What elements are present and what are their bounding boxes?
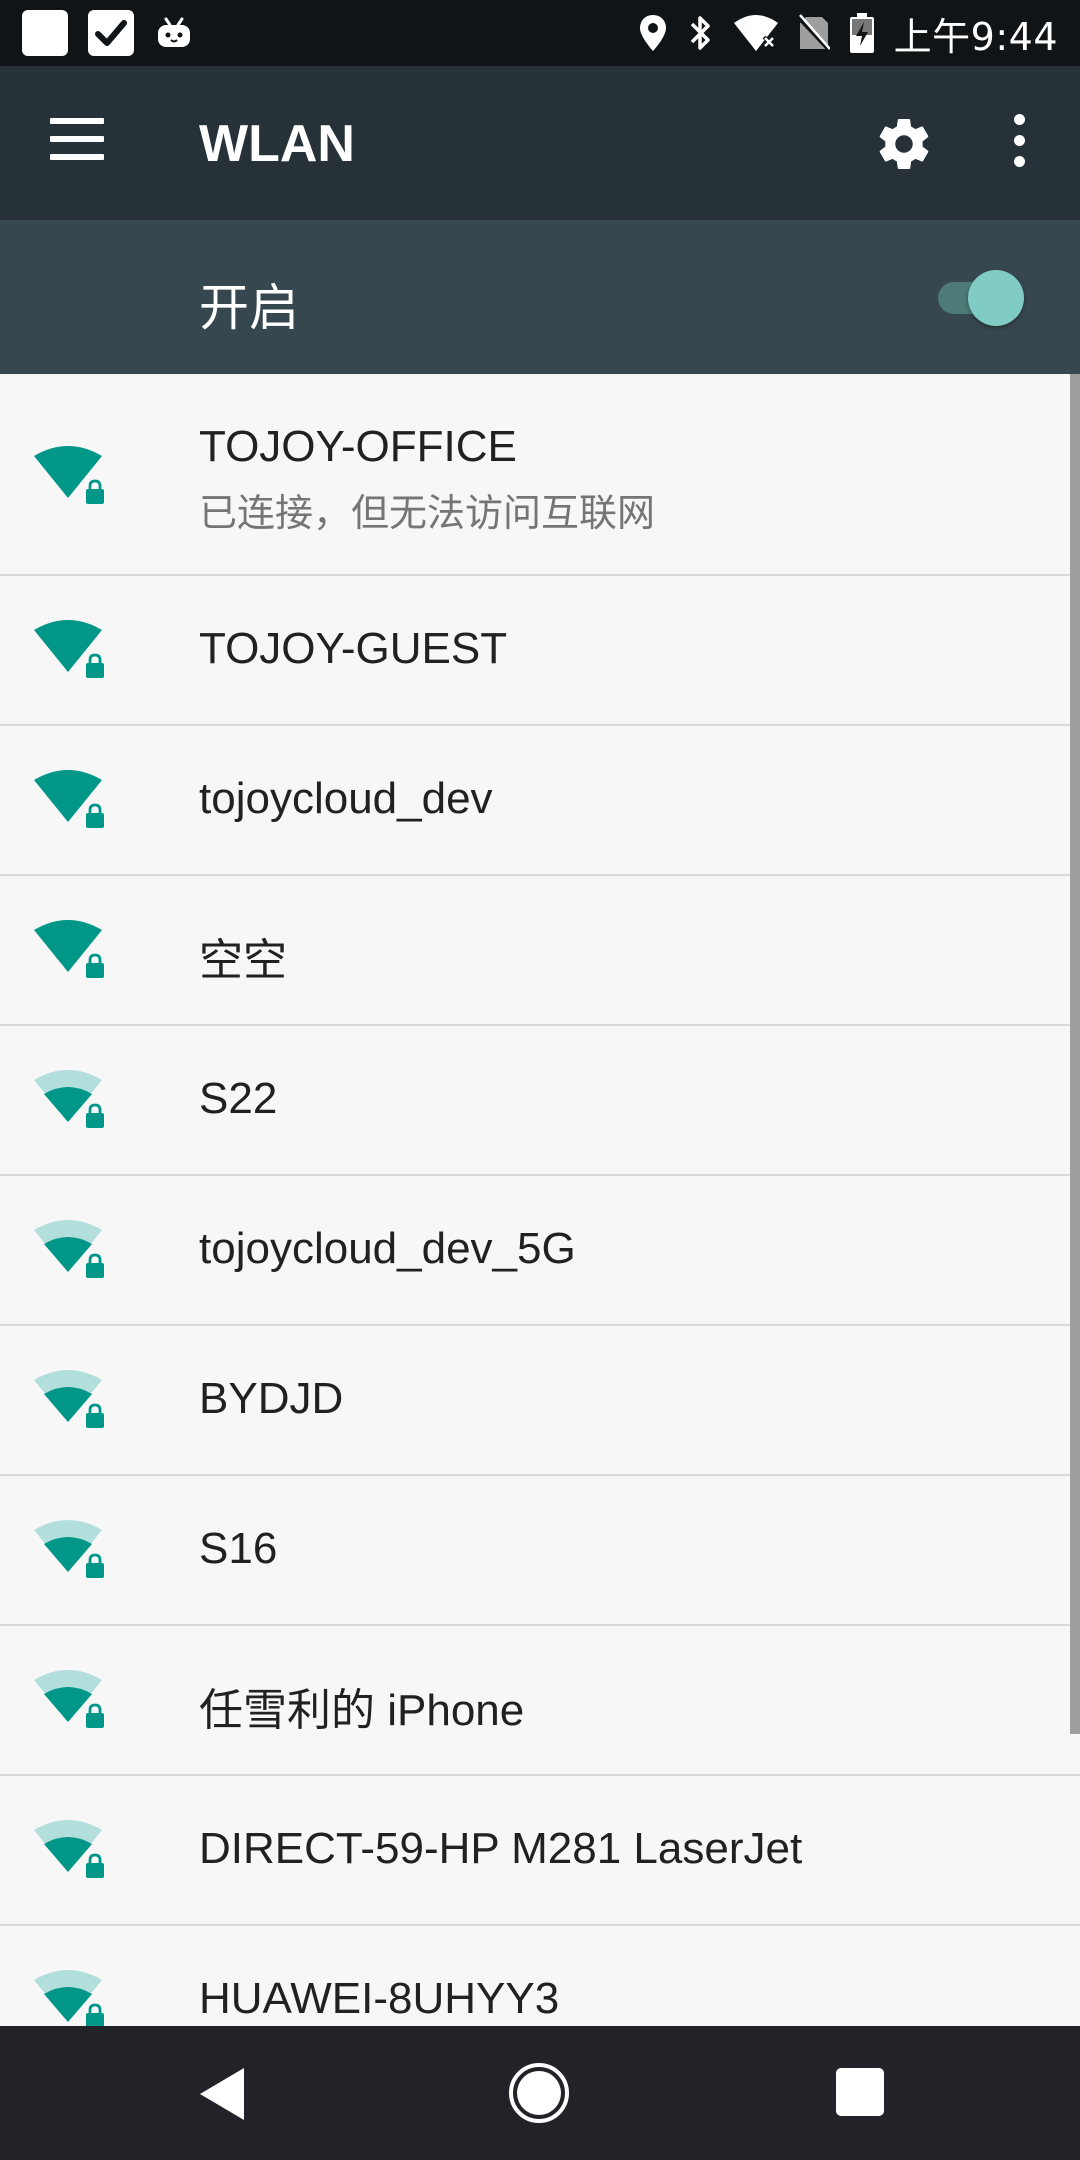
wifi-network-row[interactable]: DIRECT-59-HP M281 LaserJet	[0, 1776, 1080, 1926]
lock-icon	[86, 479, 104, 504]
status-right-icons: 上午9:44	[638, 8, 1058, 59]
wifi-toggle[interactable]	[938, 268, 1028, 328]
notification-square-icon	[22, 10, 68, 56]
back-icon[interactable]	[198, 2066, 248, 2122]
wifi-signal-medium-icon	[34, 1818, 110, 1884]
wifi-network-status: 已连接，但无法访问互联网	[199, 491, 656, 535]
lock-icon	[86, 1703, 104, 1728]
wifi-signal-medium-icon	[34, 1968, 110, 2026]
wifi-network-row[interactable]: TOJOY-GUEST	[0, 576, 1080, 726]
list-scrollbar[interactable]	[1070, 374, 1080, 1734]
app-bar: WLAN	[0, 66, 1080, 220]
wifi-network-row[interactable]: BYDJD	[0, 1326, 1080, 1476]
location-icon	[639, 15, 666, 51]
wifi-network-name: S16	[199, 1524, 278, 1573]
bilibili-icon	[154, 13, 194, 53]
lock-icon	[86, 1853, 104, 1878]
wifi-network-row[interactable]: S22	[0, 1026, 1080, 1176]
system-nav-bar	[0, 2026, 1080, 2160]
wifi-signal-medium-icon	[34, 1218, 110, 1284]
wifi-signal-medium-icon	[34, 1668, 110, 1734]
lock-icon	[86, 1553, 104, 1578]
wifi-network-name: 空空	[199, 936, 287, 985]
wifi-signal-full-icon	[34, 918, 110, 984]
recents-icon[interactable]	[836, 2068, 884, 2116]
lock-icon	[86, 2003, 104, 2026]
wifi-network-name: S22	[199, 1074, 278, 1123]
lock-icon	[86, 1103, 104, 1128]
wifi-network-name: DIRECT-59-HP M281 LaserJet	[199, 1824, 803, 1873]
wifi-no-internet-icon	[733, 15, 778, 51]
wifi-network-row[interactable]: 任雪利的 iPhone	[0, 1626, 1080, 1776]
lock-icon	[86, 653, 104, 678]
wifi-signal-medium-icon	[34, 1068, 110, 1134]
wifi-network-row[interactable]: HUAWEI-8UHYY3	[0, 1926, 1080, 2026]
more-vert-icon[interactable]	[1000, 114, 1038, 174]
wifi-switch-label: 开启	[199, 279, 299, 337]
wifi-network-row[interactable]: S16	[0, 1476, 1080, 1626]
wifi-network-name: TOJOY-OFFICE	[199, 422, 517, 471]
status-left-icons	[22, 10, 194, 56]
wifi-signal-full-icon	[34, 618, 110, 684]
wifi-signal-full-icon	[34, 768, 110, 834]
wifi-signal-medium-icon	[34, 1518, 110, 1584]
wifi-network-list: TOJOY-OFFICE 已连接，但无法访问互联网 TOJOY-GUEST tojoy…	[0, 374, 1080, 2026]
wifi-signal-full-icon	[34, 444, 110, 510]
wifi-network-row[interactable]: tojoycloud_dev	[0, 726, 1080, 876]
home-icon[interactable]	[508, 2062, 570, 2124]
wifi-network-name: tojoycloud_dev_5G	[199, 1224, 576, 1273]
wifi-network-name: BYDJD	[199, 1374, 344, 1423]
wifi-network-row[interactable]: 空空	[0, 876, 1080, 1026]
wifi-network-name: tojoycloud_dev	[199, 774, 493, 823]
lock-icon	[86, 953, 104, 978]
battery-charging-icon	[849, 13, 874, 53]
status-time: 上午9:44	[893, 14, 1058, 59]
wifi-network-row[interactable]: tojoycloud_dev_5G	[0, 1176, 1080, 1326]
lock-icon	[86, 803, 104, 828]
lock-icon	[86, 1253, 104, 1278]
checkmark-app-icon	[88, 10, 134, 56]
menu-icon[interactable]	[50, 118, 104, 164]
no-sim-icon	[797, 14, 830, 53]
settings-gear-icon[interactable]	[874, 114, 934, 174]
bluetooth-icon	[690, 16, 710, 50]
wifi-network-name: 任雪利的 iPhone	[199, 1686, 525, 1735]
wifi-signal-medium-icon	[34, 1368, 110, 1434]
wifi-network-name: HUAWEI-8UHYY3	[199, 1974, 560, 2023]
page-title: WLAN	[199, 115, 355, 173]
wifi-network-name: TOJOY-GUEST	[199, 624, 508, 673]
toggle-thumb	[968, 270, 1024, 326]
status-bar: 上午9:44	[0, 0, 1080, 66]
lock-icon	[86, 1403, 104, 1428]
wifi-switch-bar[interactable]: 开启	[0, 220, 1080, 374]
wifi-network-row[interactable]: TOJOY-OFFICE 已连接，但无法访问互联网	[0, 374, 1080, 576]
